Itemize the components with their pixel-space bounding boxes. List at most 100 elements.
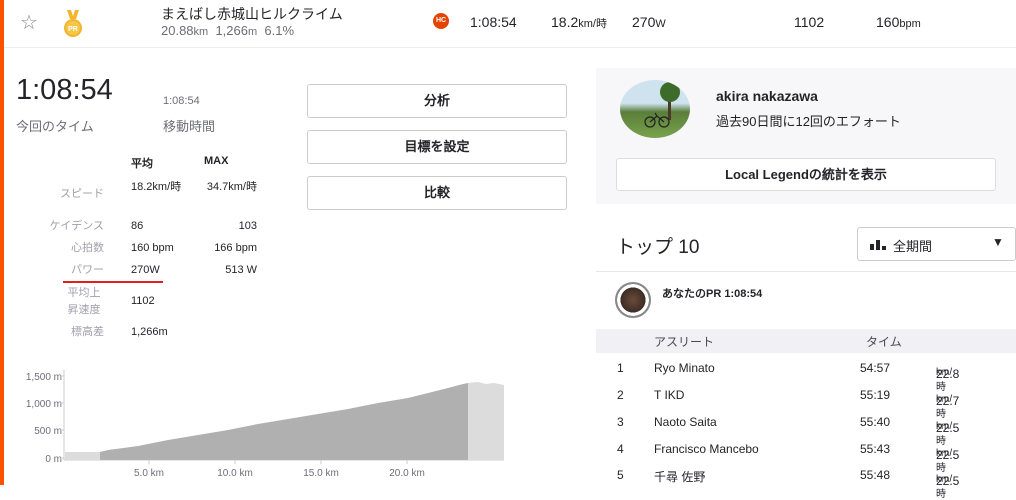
period-select[interactable]: 全期間 ▼ [857,227,1016,261]
row-athlete[interactable]: Naoto Saita [654,415,717,429]
elapsed-time: 1:08:54 [16,74,113,106]
x-tick-10: 10.0 km [217,468,253,479]
stat-label-heartrate: 心拍数 [71,242,104,254]
local-legend-subtitle: 過去90日間に12回のエフォート [716,114,901,129]
leaderboard-row[interactable]: 3 Naoto Saita 55:40 22.5 km/時 [596,409,1016,447]
segment-vam: 1102 [794,14,825,30]
row-time: 55:43 [860,442,891,456]
y-tick-500: 500 m [34,426,62,437]
star-icon[interactable]: ☆ [20,10,38,35]
stats-col-avg: 平均 [131,158,153,170]
row-athlete[interactable]: 千尋 佐野 [654,468,705,485]
segment-elevation: 1,266 [215,23,248,38]
y-tick-1000: 1,000 m [26,399,62,410]
leaderboard-row[interactable]: 5 千尋 佐野 55:48 22.5 km/時 [596,462,1016,500]
row-rank: 3 [617,415,624,429]
accent-bar [0,0,4,485]
col-time: タイム [866,335,902,349]
elevation-segment-area [100,383,468,460]
elapsed-time-label: 今回のタイム [16,119,94,134]
segment-grade: 6.1% [264,23,295,38]
moving-time: 1:08:54 [163,95,200,107]
analyze-button[interactable]: 分析 [307,84,567,118]
stat-max-heartrate: 166 bpm [214,242,257,254]
stat-avg-cadence: 86 [131,220,144,232]
segment-distance-unit: km [193,26,209,38]
row-time: 55:48 [860,468,891,482]
row-time: 55:19 [860,388,891,402]
row-rank: 2 [617,388,624,402]
caret-down-icon: ▼ [992,235,1004,249]
elevation-pre-segment [65,452,100,460]
stat-avg-elevation-gain: 1,266m [131,326,168,338]
row-athlete[interactable]: Francisco Mancebo [654,442,759,456]
leaderboard-row[interactable]: 4 Francisco Mancebo 55:43 22.5 km/時 [596,436,1016,474]
row-athlete[interactable]: Ryo Minato [654,361,715,375]
segment-summary-row: ☆ PR まえばし赤城山ヒルクライム 20.88km 1,266m 6.1% H… [4,0,1016,48]
stat-avg-heartrate: 160 bpm [131,242,174,254]
local-legend-panel: akira nakazawa 過去90日間に12回のエフォート Local Le… [596,68,1016,204]
segment-distance: 20.88 [161,23,194,38]
my-pr-label: あなたのPR [662,288,722,300]
segment-heartrate-unit: bpm [899,18,921,30]
row-rank: 5 [617,468,624,482]
local-legend-avatar[interactable] [620,80,690,138]
local-legend-name[interactable]: akira nakazawa [716,88,818,104]
segment-power: 270W [632,14,666,30]
row-rank: 1 [617,361,624,375]
my-pr-time: 1:08:54 [724,288,763,300]
moving-time-label: 移動時間 [163,119,216,134]
segment-elevation-unit: m [248,26,258,38]
stat-label-elevation-gain: 標高差 [71,326,104,338]
row-speed-unit: km/時 [936,474,953,500]
svg-text:PR: PR [68,26,78,33]
segment-speed: 18.2km/時 [551,14,607,31]
leaderboard-divider [596,271,1016,272]
segment-heartrate-value: 160 [876,14,900,30]
pr-medal-icon: PR [64,10,82,37]
stat-avg-speed: 18.2km/時 [131,181,182,193]
segment-speed-value: 18.2 [551,14,579,30]
bar-chart-icon [870,240,886,250]
hc-category-badge: HC [433,13,449,29]
stat-max-speed: 34.7km/時 [206,181,257,193]
y-tick-0: 0 m [45,454,62,465]
leaderboard-row[interactable]: 2 T IKD 55:19 22.7 km/時 [596,382,1016,420]
elevation-profile-chart: 1,500 m 1,000 m 500 m 0 m 5.0 km 10.0 km… [26,370,504,479]
power-highlight-underline [63,281,163,283]
compare-button[interactable]: 比較 [307,176,567,210]
stat-label-speed: スピード [60,188,104,200]
row-time: 54:57 [860,361,891,375]
segment-stats: 20.88km 1,266m 6.1% [161,23,294,38]
stat-avg-power: 270W [131,264,160,276]
segment-power-unit: W [655,18,666,30]
segment-speed-unit: km/時 [578,18,607,30]
my-avatar[interactable] [615,282,651,318]
my-pr: あなたのPR 1:08:54 [662,285,762,301]
stat-label-vam: 平均上昇速度 [67,287,101,316]
y-tick-1500: 1,500 m [26,372,62,383]
elevation-post-segment [468,382,504,460]
set-goal-button[interactable]: 目標を設定 [307,130,567,164]
segment-power-value: 270 [632,14,656,30]
period-select-value: 全期間 [893,239,933,254]
row-rank: 4 [617,442,624,456]
x-tick-15: 15.0 km [303,468,339,479]
x-tick-5: 5.0 km [134,468,164,479]
local-legend-stats-button[interactable]: Local Legendの統計を表示 [616,158,996,191]
segment-time: 1:08:54 [470,14,517,30]
leaderboard-row[interactable]: 1 Ryo Minato 54:57 22.8 km/時 [596,355,1016,393]
stats-col-max: MAX [204,155,229,167]
segment-name[interactable]: まえばし赤城山ヒルクライム [161,4,343,24]
row-athlete[interactable]: T IKD [654,388,684,402]
stat-label-cadence: ケイデンス [49,220,104,232]
col-athlete: アスリート [654,335,715,349]
stat-label-power: パワー [71,264,104,276]
stat-max-cadence: 103 [238,220,257,232]
stat-avg-vam: 1102 [131,295,155,307]
row-time: 55:40 [860,415,891,429]
x-tick-20: 20.0 km [389,468,425,479]
leaderboard-header: アスリート タイム [596,329,1016,353]
leaderboard-title: トップ 10 [616,237,700,258]
segment-heartrate: 160bpm [876,14,921,30]
